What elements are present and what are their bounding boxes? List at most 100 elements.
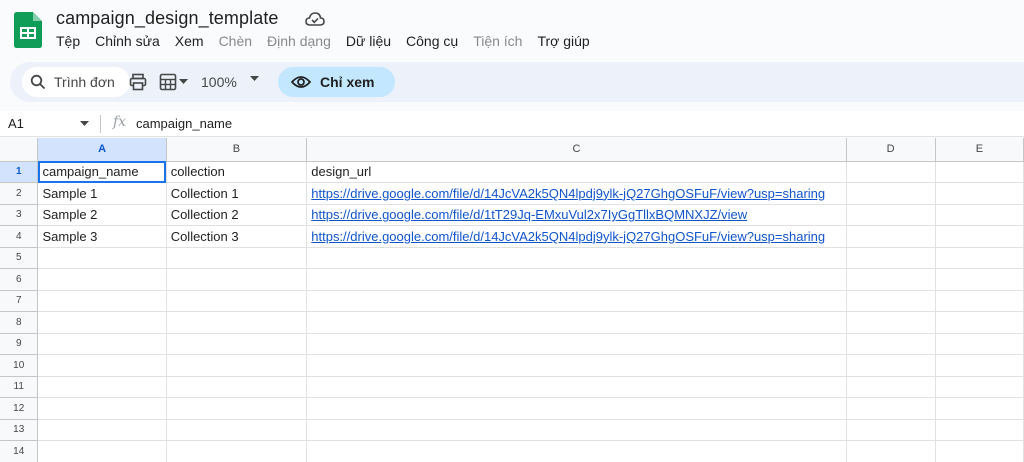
cell-a14[interactable] xyxy=(37,440,167,462)
cell-d12[interactable] xyxy=(846,397,936,420)
cell-b14[interactable] xyxy=(166,440,308,462)
row-header[interactable]: 9 xyxy=(0,333,39,355)
table-view-button[interactable] xyxy=(157,71,179,93)
cell-d6[interactable] xyxy=(846,268,936,291)
cell-e13[interactable] xyxy=(935,419,1024,441)
menu-edit[interactable]: Chỉnh sửa xyxy=(95,33,167,49)
cell-e9[interactable] xyxy=(935,333,1024,355)
cell-e1[interactable] xyxy=(935,161,1024,183)
menu-view[interactable]: Xem xyxy=(175,33,211,49)
cell-a10[interactable] xyxy=(37,354,167,377)
cell-c13[interactable] xyxy=(306,419,847,441)
cell-a5[interactable] xyxy=(37,247,167,269)
cell-e4[interactable] xyxy=(935,225,1024,248)
row-header[interactable]: 1 xyxy=(0,161,39,183)
cell-a7[interactable] xyxy=(37,290,167,312)
row-header[interactable]: 5 xyxy=(0,247,39,269)
row-header[interactable]: 13 xyxy=(0,419,39,441)
row-header[interactable]: 12 xyxy=(0,397,39,420)
row-header[interactable]: 8 xyxy=(0,311,39,334)
cell-d1[interactable] xyxy=(846,161,936,183)
cell-d3[interactable] xyxy=(846,204,936,226)
cell-c8[interactable] xyxy=(306,311,847,334)
cell-b2[interactable]: Collection 1 xyxy=(166,182,308,205)
cell-c6[interactable] xyxy=(306,268,847,291)
cell-c9[interactable] xyxy=(306,333,847,355)
cell-d7[interactable] xyxy=(846,290,936,312)
cell-e11[interactable] xyxy=(935,376,1024,398)
cell-d10[interactable] xyxy=(846,354,936,377)
cell-a1[interactable]: campaign_name xyxy=(37,161,167,183)
cell-c11[interactable] xyxy=(306,376,847,398)
menu-format[interactable]: Định dạng xyxy=(267,33,338,49)
column-header-e[interactable]: E xyxy=(935,138,1024,162)
cell-e2[interactable] xyxy=(935,182,1024,205)
cell-c2[interactable]: https://drive.google.com/file/d/14JcVA2k… xyxy=(306,182,847,205)
print-button[interactable] xyxy=(127,71,149,93)
cell-e7[interactable] xyxy=(935,290,1024,312)
cell-c1[interactable]: design_url xyxy=(306,161,847,183)
cell-b12[interactable] xyxy=(166,397,308,420)
zoom-chevron-down-icon[interactable] xyxy=(250,76,259,82)
cell-b6[interactable] xyxy=(166,268,308,291)
menu-tools[interactable]: Công cụ xyxy=(406,33,465,49)
row-header[interactable]: 7 xyxy=(0,290,39,312)
cell-b7[interactable] xyxy=(166,290,308,312)
cell-c10[interactable] xyxy=(306,354,847,377)
cell-b11[interactable] xyxy=(166,376,308,398)
cell-b9[interactable] xyxy=(166,333,308,355)
menu-file[interactable]: Tệp xyxy=(56,33,87,49)
name-box-chevron-down-icon[interactable] xyxy=(80,121,89,127)
menu-extensions[interactable]: Tiện ích xyxy=(473,33,529,49)
cell-a12[interactable] xyxy=(37,397,167,420)
name-box[interactable]: A1 xyxy=(8,116,24,131)
cell-d8[interactable] xyxy=(846,311,936,334)
cell-c5[interactable] xyxy=(306,247,847,269)
row-header[interactable]: 4 xyxy=(0,225,39,248)
cell-c14[interactable] xyxy=(306,440,847,462)
cell-c3[interactable]: https://drive.google.com/file/d/1tT29Jq-… xyxy=(306,204,847,226)
cell-d14[interactable] xyxy=(846,440,936,462)
menu-insert[interactable]: Chèn xyxy=(219,33,259,49)
cell-b5[interactable] xyxy=(166,247,308,269)
zoom-level[interactable]: 100% xyxy=(201,74,237,90)
row-header[interactable]: 10 xyxy=(0,354,39,377)
formula-input[interactable]: campaign_name xyxy=(136,116,232,131)
cell-a3[interactable]: Sample 2 xyxy=(37,204,167,226)
chevron-down-icon[interactable] xyxy=(179,79,188,85)
cell-d2[interactable] xyxy=(846,182,936,205)
cell-e12[interactable] xyxy=(935,397,1024,420)
cell-e10[interactable] xyxy=(935,354,1024,377)
cell-b3[interactable]: Collection 2 xyxy=(166,204,308,226)
cell-d4[interactable] xyxy=(846,225,936,248)
cell-b4[interactable]: Collection 3 xyxy=(166,225,308,248)
document-title[interactable]: campaign_design_template xyxy=(56,8,279,29)
cell-d5[interactable] xyxy=(846,247,936,269)
cell-e14[interactable] xyxy=(935,440,1024,462)
cell-a8[interactable] xyxy=(37,311,167,334)
cell-d11[interactable] xyxy=(846,376,936,398)
row-header[interactable]: 11 xyxy=(0,376,39,398)
menu-data[interactable]: Dữ liệu xyxy=(346,33,398,49)
sheets-logo-icon[interactable] xyxy=(14,12,42,48)
cell-e3[interactable] xyxy=(935,204,1024,226)
cell-a13[interactable] xyxy=(37,419,167,441)
view-only-button[interactable]: Chỉ xem xyxy=(278,67,395,97)
menu-search-input[interactable]: Trình đơn xyxy=(22,67,130,97)
cloud-saved-icon[interactable] xyxy=(305,11,325,27)
column-header-b[interactable]: B xyxy=(166,138,308,162)
menu-help[interactable]: Trợ giúp xyxy=(537,33,596,49)
column-header-c[interactable]: C xyxy=(306,138,847,162)
cell-e5[interactable] xyxy=(935,247,1024,269)
cell-a9[interactable] xyxy=(37,333,167,355)
cell-a11[interactable] xyxy=(37,376,167,398)
select-all-corner[interactable] xyxy=(0,138,39,162)
row-header[interactable]: 3 xyxy=(0,204,39,226)
cell-b1[interactable]: collection xyxy=(166,161,308,183)
cell-a2[interactable]: Sample 1 xyxy=(37,182,167,205)
cell-a6[interactable] xyxy=(37,268,167,291)
cell-c12[interactable] xyxy=(306,397,847,420)
column-header-d[interactable]: D xyxy=(846,138,936,162)
cell-d13[interactable] xyxy=(846,419,936,441)
cell-c4[interactable]: https://drive.google.com/file/d/14JcVA2k… xyxy=(306,225,847,248)
